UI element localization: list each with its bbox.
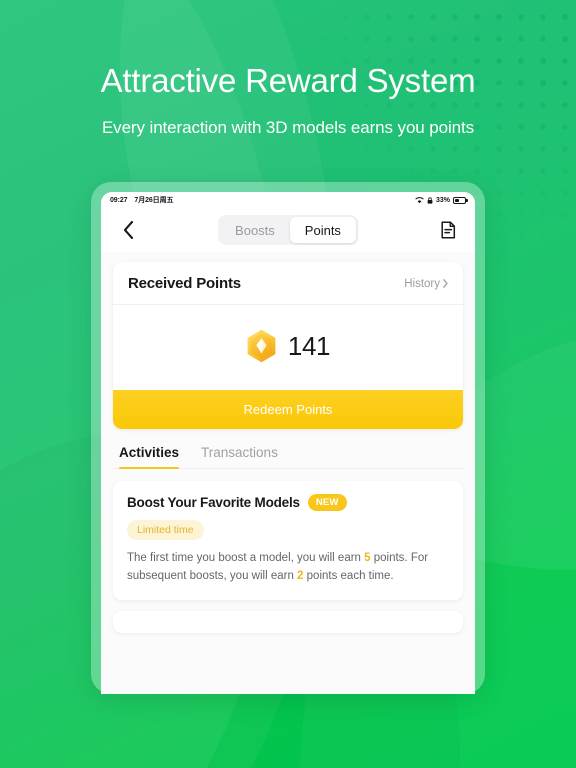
tab-points[interactable]: Points — [289, 217, 356, 243]
status-bar-left: 09:27 7月26日周五 — [110, 195, 173, 205]
battery-percent: 33% — [435, 196, 450, 204]
tab-transactions[interactable]: Transactions — [201, 445, 278, 468]
screen-content: Received Points History 141 Redeem Point… — [101, 252, 475, 694]
chevron-right-icon — [443, 279, 448, 288]
chevron-left-icon — [123, 221, 133, 239]
activity-title: Boost Your Favorite Models — [127, 495, 300, 510]
status-bar: 09:27 7月26日周五 33% — [101, 192, 475, 208]
activity-card-header: Boost Your Favorite Models NEW — [127, 494, 449, 511]
activity-card-next-partial[interactable] — [113, 610, 463, 633]
points-value: 141 — [287, 331, 331, 361]
tab-activities[interactable]: Activities — [119, 445, 180, 469]
device-frame: 09:27 7月26日周五 33% Boosts Points Received… — [91, 182, 485, 694]
status-date: 7月26日周五 — [134, 197, 174, 204]
points-card-header: Received Points History — [113, 262, 463, 305]
lock-icon — [427, 196, 433, 204]
desc-text-1: The first time you boost a model, you wi… — [127, 552, 365, 564]
activity-description: The first time you boost a model, you wi… — [127, 550, 449, 586]
received-points-card: Received Points History 141 Redeem Point… — [113, 262, 463, 429]
battery-icon — [453, 196, 468, 204]
history-link[interactable]: History — [404, 278, 448, 290]
promo-subheadline: Every interaction with 3D models earns y… — [101, 117, 475, 137]
redeem-points-button[interactable]: Redeem Points — [113, 390, 463, 429]
status-bar-right: 33% — [415, 196, 468, 204]
activity-tabs: Activities Transactions — [113, 429, 463, 469]
new-badge: NEW — [307, 494, 347, 511]
document-button[interactable] — [437, 219, 459, 241]
wifi-icon — [415, 196, 424, 203]
points-gem-badge — [246, 329, 277, 364]
segmented-control: Boosts Points — [218, 215, 358, 245]
document-icon — [440, 221, 455, 239]
history-label: History — [404, 277, 440, 290]
activity-card[interactable]: Boost Your Favorite Models NEW Limited t… — [113, 481, 463, 600]
points-card-body: 141 — [113, 305, 463, 390]
limited-time-pill: Limited time — [127, 520, 204, 540]
back-button[interactable] — [117, 219, 139, 241]
app-nav-bar: Boosts Points — [101, 208, 475, 252]
device-screen: 09:27 7月26日周五 33% Boosts Points Received… — [101, 192, 475, 694]
points-card-title: Received Points — [128, 275, 241, 292]
tab-boosts[interactable]: Boosts — [220, 217, 290, 243]
desc-text-3: points each time. — [303, 569, 394, 582]
promo-text-block: Attractive Reward System Every interacti… — [0, 62, 576, 138]
status-time: 09:27 — [110, 196, 128, 204]
promo-headline: Attractive Reward System — [100, 62, 476, 99]
